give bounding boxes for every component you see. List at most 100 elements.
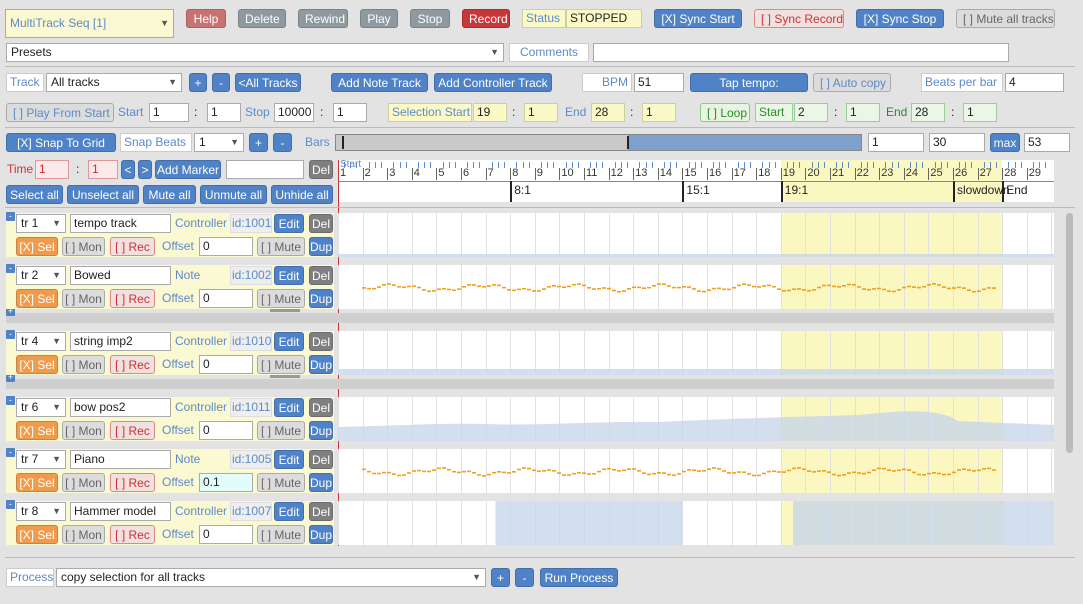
note-event[interactable] bbox=[982, 468, 986, 470]
note-event[interactable] bbox=[687, 286, 691, 288]
stop-bar-input[interactable]: 10000 bbox=[274, 103, 314, 122]
note-event[interactable] bbox=[817, 286, 821, 289]
auto-copy-toggle[interactable]: [ ] Auto copy bbox=[813, 73, 891, 92]
note-event[interactable] bbox=[772, 285, 776, 288]
time-next-button[interactable]: > bbox=[138, 160, 152, 179]
note-event[interactable] bbox=[787, 289, 791, 292]
note-event[interactable] bbox=[797, 288, 801, 290]
note-event[interactable] bbox=[562, 474, 566, 476]
note-event[interactable] bbox=[532, 469, 536, 472]
note-event[interactable] bbox=[682, 286, 686, 288]
note-event[interactable] bbox=[702, 470, 706, 472]
note-event[interactable] bbox=[637, 286, 641, 289]
note-event[interactable] bbox=[412, 470, 416, 472]
marker-label[interactable]: 15:1 bbox=[686, 183, 709, 197]
note-event[interactable] bbox=[882, 288, 886, 291]
note-event[interactable] bbox=[672, 286, 676, 289]
note-event[interactable] bbox=[822, 470, 826, 472]
selection-end-bar-input[interactable]: 28 bbox=[591, 103, 625, 122]
tap-tempo-button[interactable]: Tap tempo: bbox=[690, 73, 808, 92]
track-id-select[interactable]: tr 1 ▼ bbox=[16, 214, 66, 233]
note-event[interactable] bbox=[622, 290, 626, 292]
note-event[interactable] bbox=[647, 473, 651, 476]
note-event[interactable] bbox=[457, 288, 461, 290]
note-event[interactable] bbox=[837, 286, 841, 288]
note-event[interactable] bbox=[957, 286, 961, 289]
note-event[interactable] bbox=[867, 471, 871, 474]
note-event[interactable] bbox=[727, 288, 731, 291]
note-event[interactable] bbox=[647, 286, 651, 289]
track-edit-button[interactable]: Edit bbox=[274, 502, 304, 521]
note-event[interactable] bbox=[937, 284, 941, 286]
note-event[interactable] bbox=[497, 471, 501, 473]
note-event[interactable] bbox=[407, 285, 411, 288]
note-event[interactable] bbox=[627, 468, 631, 470]
note-event[interactable] bbox=[837, 474, 841, 477]
track-monitor-toggle[interactable]: [ ] Mon bbox=[62, 421, 105, 440]
track-duplicate-button[interactable]: Dup bbox=[309, 473, 333, 492]
max-bars-input[interactable]: 53 bbox=[1024, 133, 1070, 152]
note-event[interactable] bbox=[722, 470, 726, 472]
note-event[interactable] bbox=[902, 286, 906, 289]
note-event[interactable] bbox=[512, 289, 516, 292]
note-event[interactable] bbox=[672, 474, 676, 476]
note-event[interactable] bbox=[587, 473, 591, 475]
note-event[interactable] bbox=[632, 468, 636, 470]
note-event[interactable] bbox=[542, 470, 546, 472]
note-event[interactable] bbox=[617, 470, 621, 472]
note-event[interactable] bbox=[707, 468, 711, 470]
note-event[interactable] bbox=[847, 472, 851, 474]
collapse-icon[interactable]: - bbox=[6, 330, 15, 339]
note-event[interactable] bbox=[502, 471, 506, 474]
note-event[interactable] bbox=[612, 289, 616, 292]
track-record-toggle[interactable]: [ ] Rec bbox=[110, 421, 155, 440]
note-event[interactable] bbox=[822, 284, 826, 287]
note-event[interactable] bbox=[472, 472, 476, 474]
note-event[interactable] bbox=[677, 473, 681, 475]
note-event[interactable] bbox=[887, 290, 891, 292]
track-duplicate-button[interactable]: Dup bbox=[309, 421, 333, 440]
track-id-select[interactable]: tr 6 ▼ bbox=[16, 398, 66, 417]
track-edit-button[interactable]: Edit bbox=[274, 214, 304, 233]
note-event[interactable] bbox=[902, 468, 906, 471]
note-event[interactable] bbox=[927, 472, 931, 475]
tracks-scrollbar[interactable] bbox=[1066, 213, 1073, 453]
note-event[interactable] bbox=[897, 289, 901, 291]
note-event[interactable] bbox=[872, 288, 876, 290]
track-mute-toggle[interactable]: [ ] Mute bbox=[257, 525, 305, 544]
track-record-toggle[interactable]: [ ] Rec bbox=[110, 289, 155, 308]
note-event[interactable] bbox=[862, 288, 866, 290]
selection-end-beat-input[interactable]: 1 bbox=[642, 103, 676, 122]
timeline-ruler[interactable]: Start 1234567891011121314151617181920212… bbox=[338, 160, 1054, 202]
note-event[interactable] bbox=[607, 287, 611, 290]
note-event[interactable] bbox=[847, 283, 851, 286]
collapse-icon[interactable]: - bbox=[6, 264, 15, 273]
note-event[interactable] bbox=[782, 471, 786, 473]
track-lane[interactable] bbox=[338, 265, 1054, 309]
note-event[interactable] bbox=[927, 284, 931, 286]
note-event[interactable] bbox=[712, 467, 716, 469]
note-event[interactable] bbox=[852, 284, 856, 286]
note-event[interactable] bbox=[957, 469, 961, 471]
note-event[interactable] bbox=[417, 469, 421, 472]
note-event[interactable] bbox=[742, 471, 746, 473]
note-event[interactable] bbox=[577, 283, 581, 285]
note-event[interactable] bbox=[662, 283, 666, 285]
track-name-input[interactable]: string imp2 bbox=[70, 332, 171, 351]
track-monitor-toggle[interactable]: [ ] Mon bbox=[62, 473, 105, 492]
loop-start-bar-input[interactable]: 2 bbox=[794, 103, 828, 122]
note-event[interactable] bbox=[427, 470, 431, 473]
record-button[interactable]: Record bbox=[462, 9, 510, 28]
note-event[interactable] bbox=[447, 468, 451, 471]
track-offset-input[interactable]: 0.1 bbox=[199, 473, 253, 492]
note-event[interactable] bbox=[842, 285, 846, 287]
note-event[interactable] bbox=[732, 286, 736, 289]
note-event[interactable] bbox=[402, 474, 406, 476]
note-event[interactable] bbox=[597, 470, 601, 473]
note-event[interactable] bbox=[362, 287, 366, 289]
controller-curve[interactable] bbox=[495, 501, 1054, 545]
note-event[interactable] bbox=[577, 471, 581, 474]
note-event[interactable] bbox=[922, 285, 926, 288]
note-event[interactable] bbox=[742, 283, 746, 285]
sync-record-toggle[interactable]: [ ] Sync Record bbox=[754, 9, 844, 28]
